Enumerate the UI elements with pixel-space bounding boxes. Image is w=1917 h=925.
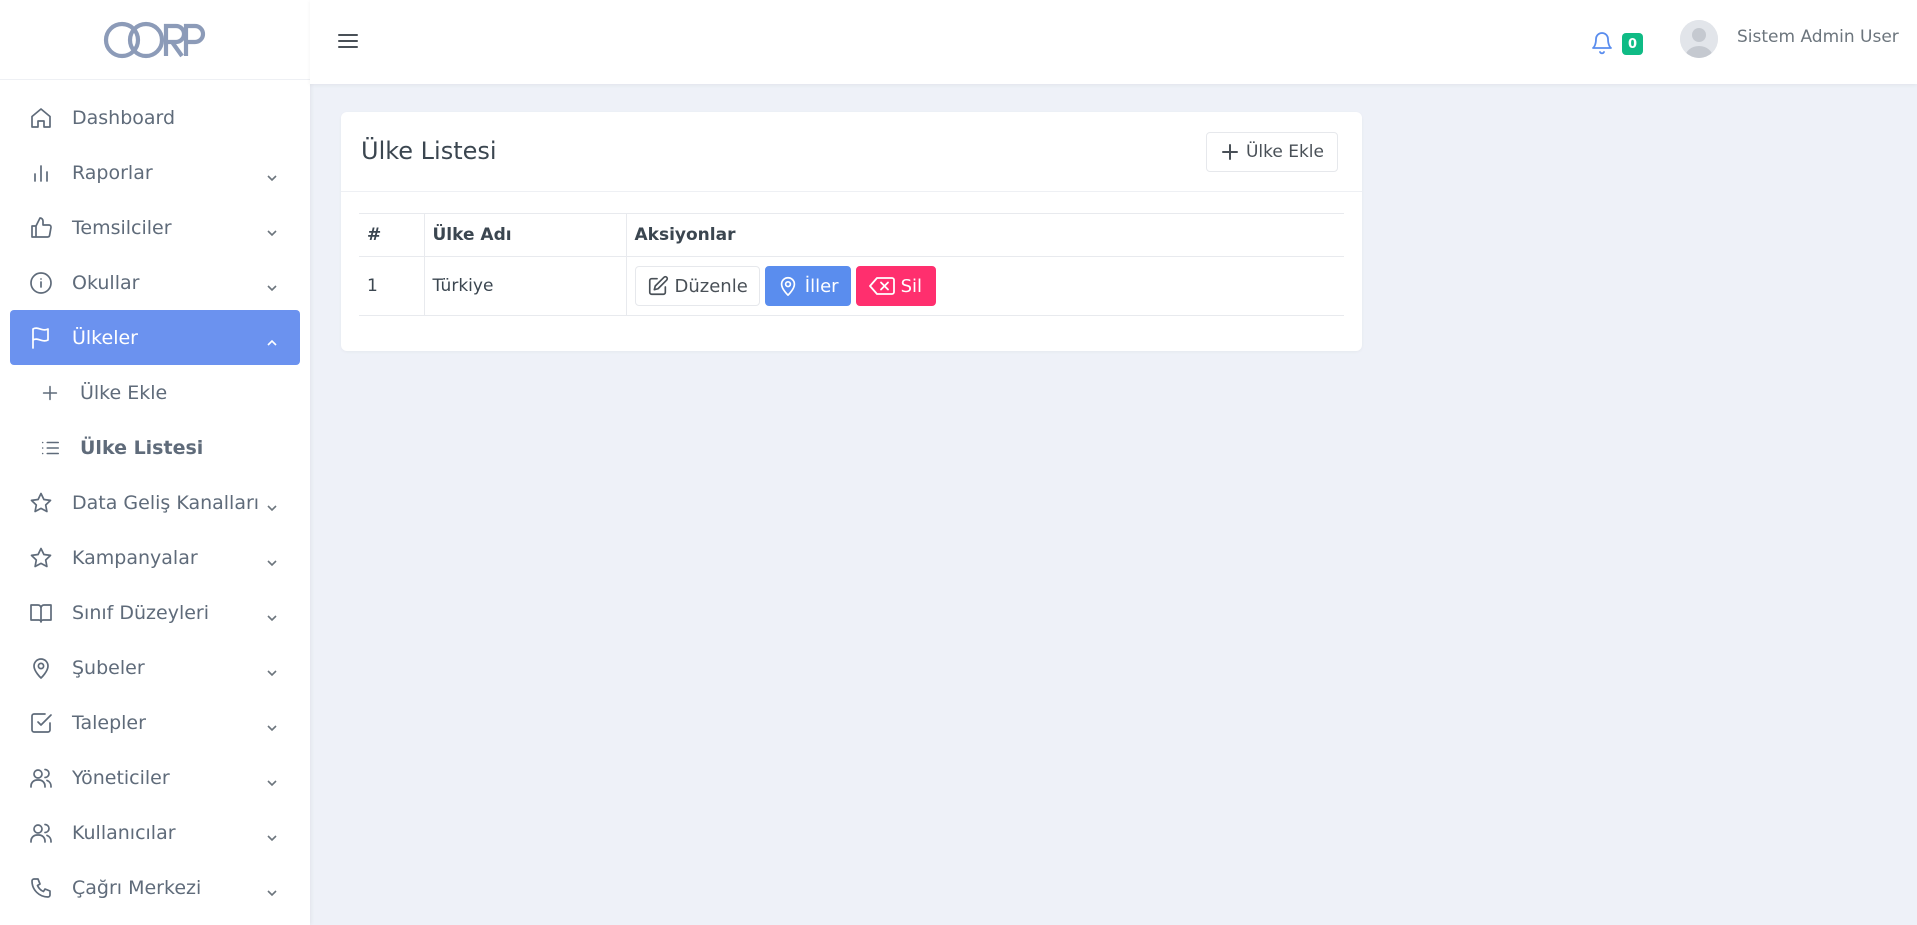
column-header-actions: Aksiyonlar xyxy=(626,213,1344,257)
sidebar-item-label: Yöneticiler xyxy=(72,766,170,789)
app-root: Dashboard Raporlar Temsilciler Okullar Ü… xyxy=(0,0,1917,925)
sidebar-item-sinif-duzeyleri[interactable]: Sınıf Düzeyleri xyxy=(10,585,300,640)
users-icon xyxy=(28,765,54,791)
map-pin-icon xyxy=(780,276,796,296)
info-icon xyxy=(28,270,54,296)
sidebar-item-label: Dashboard xyxy=(72,106,176,129)
sidebar-item-data-gelis-kanallari[interactable]: Data Geliş Kanalları xyxy=(10,475,300,530)
add-country-button-label: Ülke Ekle xyxy=(1245,142,1324,162)
country-table: # Ülke Adı Aksiyonlar 1 Türkiye Düzenle xyxy=(359,213,1344,316)
sidebar-item-okullar[interactable]: Okullar xyxy=(10,255,300,310)
table-header-row: # Ülke Adı Aksiyonlar xyxy=(359,213,1344,257)
chevron-down-icon xyxy=(266,552,278,566)
delete-button[interactable]: Sil xyxy=(855,266,937,306)
chevron-down-icon xyxy=(266,167,278,181)
check-square-icon xyxy=(28,710,54,736)
bell-icon[interactable] xyxy=(1590,30,1616,58)
sidebar-item-ulkeler[interactable]: Ülkeler xyxy=(10,310,300,365)
flag-icon xyxy=(28,325,54,351)
sidebar-item-yoneticiler[interactable]: Yöneticiler xyxy=(10,750,300,805)
sidebar-item-kullanicilar[interactable]: Kullanıcılar xyxy=(10,805,300,860)
star-icon xyxy=(28,490,54,516)
edit-icon xyxy=(648,275,668,296)
chevron-down-icon xyxy=(266,717,278,731)
sidebar-item-talepler[interactable]: Talepler xyxy=(10,695,300,750)
sidebar-item-cagri-merkezi[interactable]: Çağrı Merkezi xyxy=(10,860,300,915)
column-header-number: # xyxy=(359,213,425,257)
thumbs-up-icon xyxy=(28,215,54,241)
cities-button-label: İller xyxy=(804,275,839,297)
sidebar-item-label: Sınıf Düzeyleri xyxy=(72,601,210,624)
brand-logo[interactable] xyxy=(0,0,310,80)
book-icon xyxy=(28,600,54,626)
sidebar-item-label: Data Geliş Kanalları xyxy=(72,491,260,514)
map-pin-icon xyxy=(28,655,54,681)
star-icon xyxy=(28,545,54,571)
home-icon xyxy=(28,105,54,131)
sidebar-item-raporlar[interactable]: Raporlar xyxy=(10,145,300,200)
sidebar-item-subeler[interactable]: Şubeler xyxy=(10,640,300,695)
row-actions: Düzenle İller Sil xyxy=(626,256,1344,316)
plus-icon xyxy=(38,381,62,405)
topbar: 0 Sistem Admin User xyxy=(310,0,1917,84)
sidebar-subitem-ulke-listesi[interactable]: Ülke Listesi xyxy=(10,420,300,475)
sidebar-item-dashboard[interactable]: Dashboard xyxy=(10,90,300,145)
sidebar: Dashboard Raporlar Temsilciler Okullar Ü… xyxy=(0,0,310,925)
chevron-down-icon xyxy=(266,772,278,786)
sidebar-item-label: Temsilciler xyxy=(72,216,172,239)
row-country-name: Türkiye xyxy=(424,256,627,316)
sidebar-subitem-label: Ülke Ekle xyxy=(80,381,168,404)
sidebar-item-label: Okullar xyxy=(72,271,140,294)
action-buttons: Düzenle İller Sil xyxy=(634,266,1337,306)
users-icon xyxy=(28,820,54,846)
chevron-down-icon xyxy=(266,497,278,511)
corp-logo-icon xyxy=(103,21,206,58)
plus-icon xyxy=(1220,142,1246,162)
chevron-down-icon xyxy=(266,662,278,676)
edit-button[interactable]: Düzenle xyxy=(634,266,760,306)
menu-toggle-icon[interactable] xyxy=(336,29,360,53)
chevron-down-icon xyxy=(266,277,278,291)
country-list-card: Ülke Listesi Ülke Ekle # Ülke Adı Aksiyo… xyxy=(341,112,1362,351)
sidebar-item-kampanyalar[interactable]: Kampanyalar xyxy=(10,530,300,585)
phone-icon xyxy=(28,875,54,901)
chevron-up-icon xyxy=(266,332,278,346)
sidebar-subitem-label: Ülke Listesi xyxy=(80,436,204,459)
user-name[interactable]: Sistem Admin User xyxy=(1737,27,1899,47)
sidebar-item-label: Kullanıcılar xyxy=(72,821,176,844)
sidebar-item-label: Ülkeler xyxy=(72,326,138,349)
chevron-down-icon xyxy=(266,222,278,236)
column-header-country-name: Ülke Adı xyxy=(424,213,627,257)
sidebar-item-label: Çağrı Merkezi xyxy=(72,876,202,899)
sidebar-subitem-ulke-ekle[interactable]: Ülke Ekle xyxy=(10,365,300,420)
sidebar-menu: Dashboard Raporlar Temsilciler Okullar Ü… xyxy=(0,80,310,915)
edit-button-label: Düzenle xyxy=(674,275,748,297)
avatar[interactable] xyxy=(1680,20,1718,58)
sidebar-item-temsilciler[interactable]: Temsilciler xyxy=(10,200,300,255)
row-number: 1 xyxy=(359,256,425,316)
backspace-delete-icon xyxy=(868,277,895,295)
sidebar-item-label: Şubeler xyxy=(72,656,145,679)
bar-chart-icon xyxy=(28,160,54,186)
sidebar-item-label: Talepler xyxy=(72,711,146,734)
notification-count-badge: 0 xyxy=(1622,33,1643,55)
chevron-down-icon xyxy=(266,882,278,896)
delete-button-label: Sil xyxy=(900,275,923,297)
card-header: Ülke Listesi Ülke Ekle xyxy=(341,112,1362,192)
sidebar-item-label: Raporlar xyxy=(72,161,153,184)
table-row: 1 Türkiye Düzenle İller Sil xyxy=(359,256,1344,316)
chevron-down-icon xyxy=(266,607,278,621)
add-country-button[interactable]: Ülke Ekle xyxy=(1205,132,1338,172)
list-icon xyxy=(38,436,62,460)
cities-button[interactable]: İller xyxy=(764,266,851,306)
chevron-down-icon xyxy=(266,827,278,841)
page-title: Ülke Listesi xyxy=(361,137,497,165)
sidebar-item-label: Kampanyalar xyxy=(72,546,198,569)
